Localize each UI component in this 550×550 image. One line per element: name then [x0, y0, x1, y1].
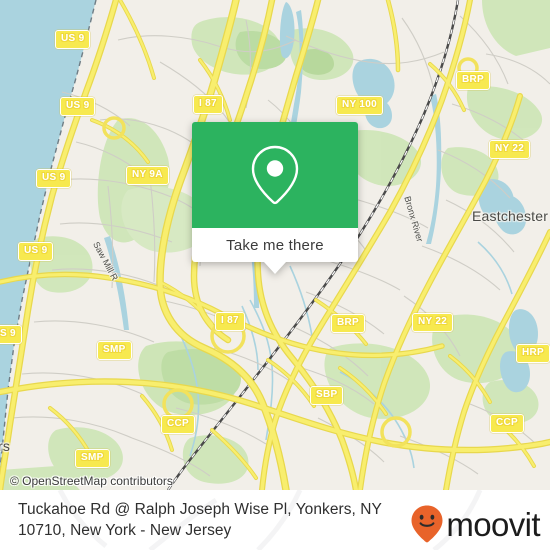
road-shield[interactable]: S 9: [0, 325, 22, 344]
station-popup-card[interactable]: Take me there: [192, 122, 358, 274]
footer-bar: Tuckahoe Rd @ Ralph Joseph Wise Pl, Yonk…: [0, 490, 550, 550]
road-shield[interactable]: HRP: [516, 344, 550, 363]
popup-footer[interactable]: Take me there: [192, 228, 358, 262]
road-shield[interactable]: I 87: [215, 312, 245, 331]
moovit-logo[interactable]: moovit: [410, 504, 541, 544]
road-shield[interactable]: I 87: [193, 95, 223, 114]
osm-attribution[interactable]: © OpenStreetMap contributors: [10, 474, 173, 488]
station-title-line-1: Tuckahoe Rd @ Ralph Joseph Wise Pl, Yonk…: [18, 501, 382, 518]
road-shield[interactable]: NY 9A: [126, 166, 169, 185]
take-me-there-label: Take me there: [226, 236, 324, 254]
road-shield[interactable]: NY 22: [412, 313, 454, 332]
popup-header: [192, 122, 358, 228]
road-shield[interactable]: BRP: [331, 314, 366, 333]
road-shield[interactable]: NY 100: [336, 96, 383, 115]
road-shield[interactable]: SBP: [310, 386, 344, 405]
moovit-smiley-pin-icon: [411, 505, 443, 543]
road-shield[interactable]: NY 22: [489, 140, 531, 159]
road-shield[interactable]: US 9: [55, 30, 91, 49]
road-shield[interactable]: SMP: [75, 449, 110, 468]
station-title-line-2: 10710, New York - New Jersey: [18, 522, 232, 539]
road-shield[interactable]: BRP: [456, 71, 491, 90]
moovit-station-map-card: US 9 US 9 I 87 NY 100 BRP NY 22 US 9 NY …: [0, 0, 550, 550]
road-shield[interactable]: CCP: [161, 415, 196, 434]
road-shield[interactable]: US 9: [60, 97, 96, 116]
road-shield[interactable]: US 9: [36, 169, 72, 188]
map-pin-icon: [251, 145, 299, 205]
popup-pointer: [264, 262, 286, 274]
road-shield[interactable]: SMP: [97, 341, 132, 360]
moovit-wordmark: moovit: [446, 505, 540, 543]
place-label-eastchester: Eastchester: [472, 208, 549, 224]
road-shield[interactable]: US 9: [18, 242, 54, 261]
road-shield[interactable]: CCP: [490, 414, 525, 433]
station-title: Tuckahoe Rd @ Ralph Joseph Wise Pl, Yonk…: [18, 499, 400, 541]
place-label-partial: rs: [0, 438, 11, 454]
map-canvas[interactable]: US 9 US 9 I 87 NY 100 BRP NY 22 US 9 NY …: [0, 0, 550, 490]
